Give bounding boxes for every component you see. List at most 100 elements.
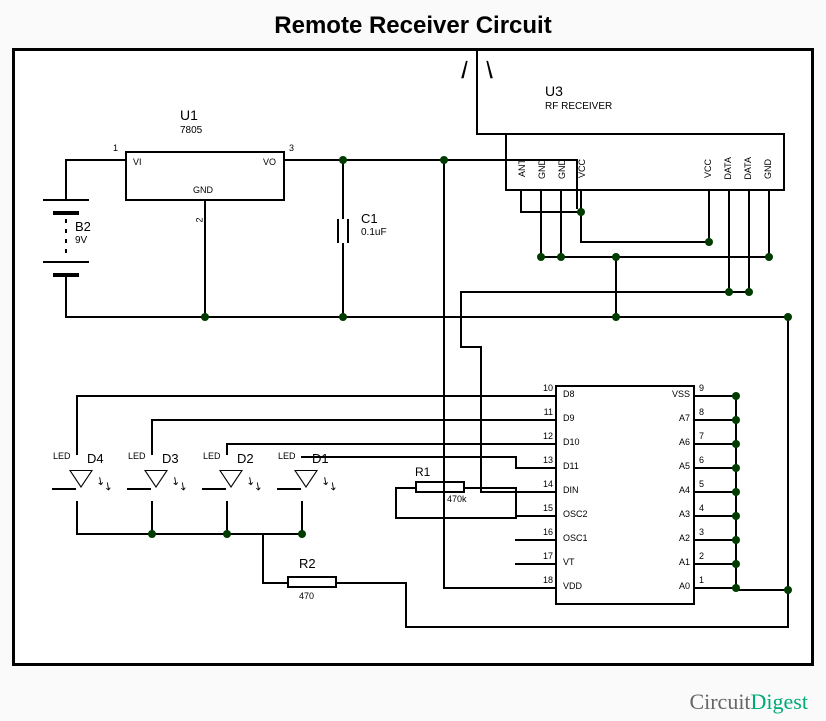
- u3-p-vcc2: VCC: [703, 159, 713, 178]
- dec-num-12: 12: [525, 431, 553, 441]
- dec-stub-r9: [695, 395, 735, 397]
- d3-led-label: LED: [128, 451, 146, 461]
- dec-stub-l15: [515, 515, 555, 517]
- w-d4-to-d8: [76, 395, 517, 397]
- w-u1-vo-out: [285, 159, 577, 161]
- dec-stub-l18: [515, 587, 555, 589]
- j16: [732, 416, 740, 424]
- w-d4-down: [76, 501, 78, 533]
- d1-cathode: [277, 488, 301, 490]
- w-u3-left-bus: [520, 211, 582, 213]
- dec-num-7: 7: [699, 431, 704, 441]
- dec-stub-r4: [695, 515, 735, 517]
- dec-num-9: 9: [699, 383, 704, 393]
- dec-stub-l16: [515, 539, 555, 541]
- dec-lbl-din: DIN: [563, 485, 579, 495]
- r2-ref: R2: [299, 556, 316, 571]
- dec-num-17: 17: [525, 551, 553, 561]
- watermark-b: Digest: [751, 689, 808, 714]
- dec-lbl-a6: A6: [654, 437, 690, 447]
- dec-lbl-vss: VSS: [654, 389, 690, 399]
- j1: [201, 313, 209, 321]
- w-d3-to-d9: [151, 419, 517, 421]
- w-apin-to-rail: [735, 589, 789, 591]
- d2-symbol: [219, 470, 243, 488]
- dec-num-11: 11: [525, 407, 553, 417]
- dec-lbl-a1: A1: [654, 557, 690, 567]
- d4-symbol: [69, 470, 93, 488]
- c1-ref: C1: [361, 211, 378, 226]
- w-u1-gnd: [204, 201, 206, 316]
- page-title: Remote Receiver Circuit: [0, 0, 826, 46]
- dec-lbl-a4: A4: [654, 485, 690, 495]
- dec-lbl-osc2: OSC2: [563, 509, 588, 519]
- dec-stub-l12: [515, 443, 555, 445]
- u3-p-vcc1: VCC: [577, 159, 587, 178]
- w-d2-to-d10: [226, 443, 517, 445]
- dec-stub-r3: [695, 539, 735, 541]
- dec-lbl-a0: A0: [654, 581, 690, 591]
- j23: [732, 584, 740, 592]
- dec-lbl-a7: A7: [654, 413, 690, 423]
- j20: [732, 512, 740, 520]
- d4-arrow: ↘↘: [93, 473, 116, 494]
- d3-cathode: [127, 488, 151, 490]
- u3-p-data2: DATA: [743, 157, 753, 180]
- w-d3-up: [151, 419, 153, 455]
- dec-lbl-vdd: VDD: [563, 581, 582, 591]
- j4: [612, 313, 620, 321]
- r2-body: [287, 576, 337, 588]
- c1-plate2: [347, 219, 349, 243]
- dec-lbl-a3: A3: [654, 509, 690, 519]
- u3-value: RF RECEIVER: [545, 101, 612, 112]
- d1-arrow: ↘↘: [318, 473, 341, 494]
- c1-plate1: [337, 219, 339, 243]
- w-u3-vcc2: [708, 191, 710, 241]
- w-right-rail: [787, 316, 789, 626]
- batt-dash1: [65, 219, 67, 223]
- d3-ref: D3: [162, 451, 179, 466]
- u1-pin2: 2: [195, 217, 205, 222]
- j3: [339, 313, 347, 321]
- antenna-symbol: [461, 61, 493, 78]
- w-r1-osc2: [465, 487, 515, 489]
- j10: [765, 253, 773, 261]
- b2-ref: B2: [75, 219, 91, 234]
- j25: [577, 208, 585, 216]
- w-d1-to-d11: [515, 456, 517, 467]
- w-u3-data1: [728, 191, 730, 291]
- w-u3-gnd1: [540, 191, 542, 256]
- w-vdd-rail: [443, 159, 445, 589]
- w-r2-down: [405, 582, 407, 626]
- u1-value: 7805: [180, 125, 202, 136]
- w-u3-gnd-to-main: [615, 256, 617, 316]
- d3-symbol: [144, 470, 168, 488]
- j27: [784, 586, 792, 594]
- w-din-h2: [480, 491, 515, 493]
- d2-arrow: ↘↘: [243, 473, 266, 494]
- dec-stub-l13: [515, 467, 555, 469]
- j11: [784, 313, 792, 321]
- j13: [223, 530, 231, 538]
- d2-cathode: [202, 488, 226, 490]
- w-u3-gnd-bus: [540, 256, 770, 258]
- dec-stub-l11: [515, 419, 555, 421]
- dec-lbl-d10: D10: [563, 437, 580, 447]
- ant-to-box: [476, 133, 505, 135]
- u1-pin3: 3: [289, 143, 294, 153]
- dec-lbl-vt: VT: [563, 557, 575, 567]
- dec-stub-r7: [695, 443, 735, 445]
- dec-stub-r6: [695, 467, 735, 469]
- j7: [705, 238, 713, 246]
- w-gnd-main: [65, 316, 789, 318]
- dec-lbl-a5: A5: [654, 461, 690, 471]
- dec-num-15: 15: [525, 503, 553, 513]
- dec-lbl-a2: A2: [654, 533, 690, 543]
- w-b2-top: [65, 159, 67, 199]
- dec-num-4: 4: [699, 503, 704, 513]
- dec-lbl-osc1: OSC1: [563, 533, 588, 543]
- dec-num-8: 8: [699, 407, 704, 417]
- j17: [732, 440, 740, 448]
- u3-p-gnd2: GND: [557, 159, 567, 179]
- dec-stub-r8: [695, 419, 735, 421]
